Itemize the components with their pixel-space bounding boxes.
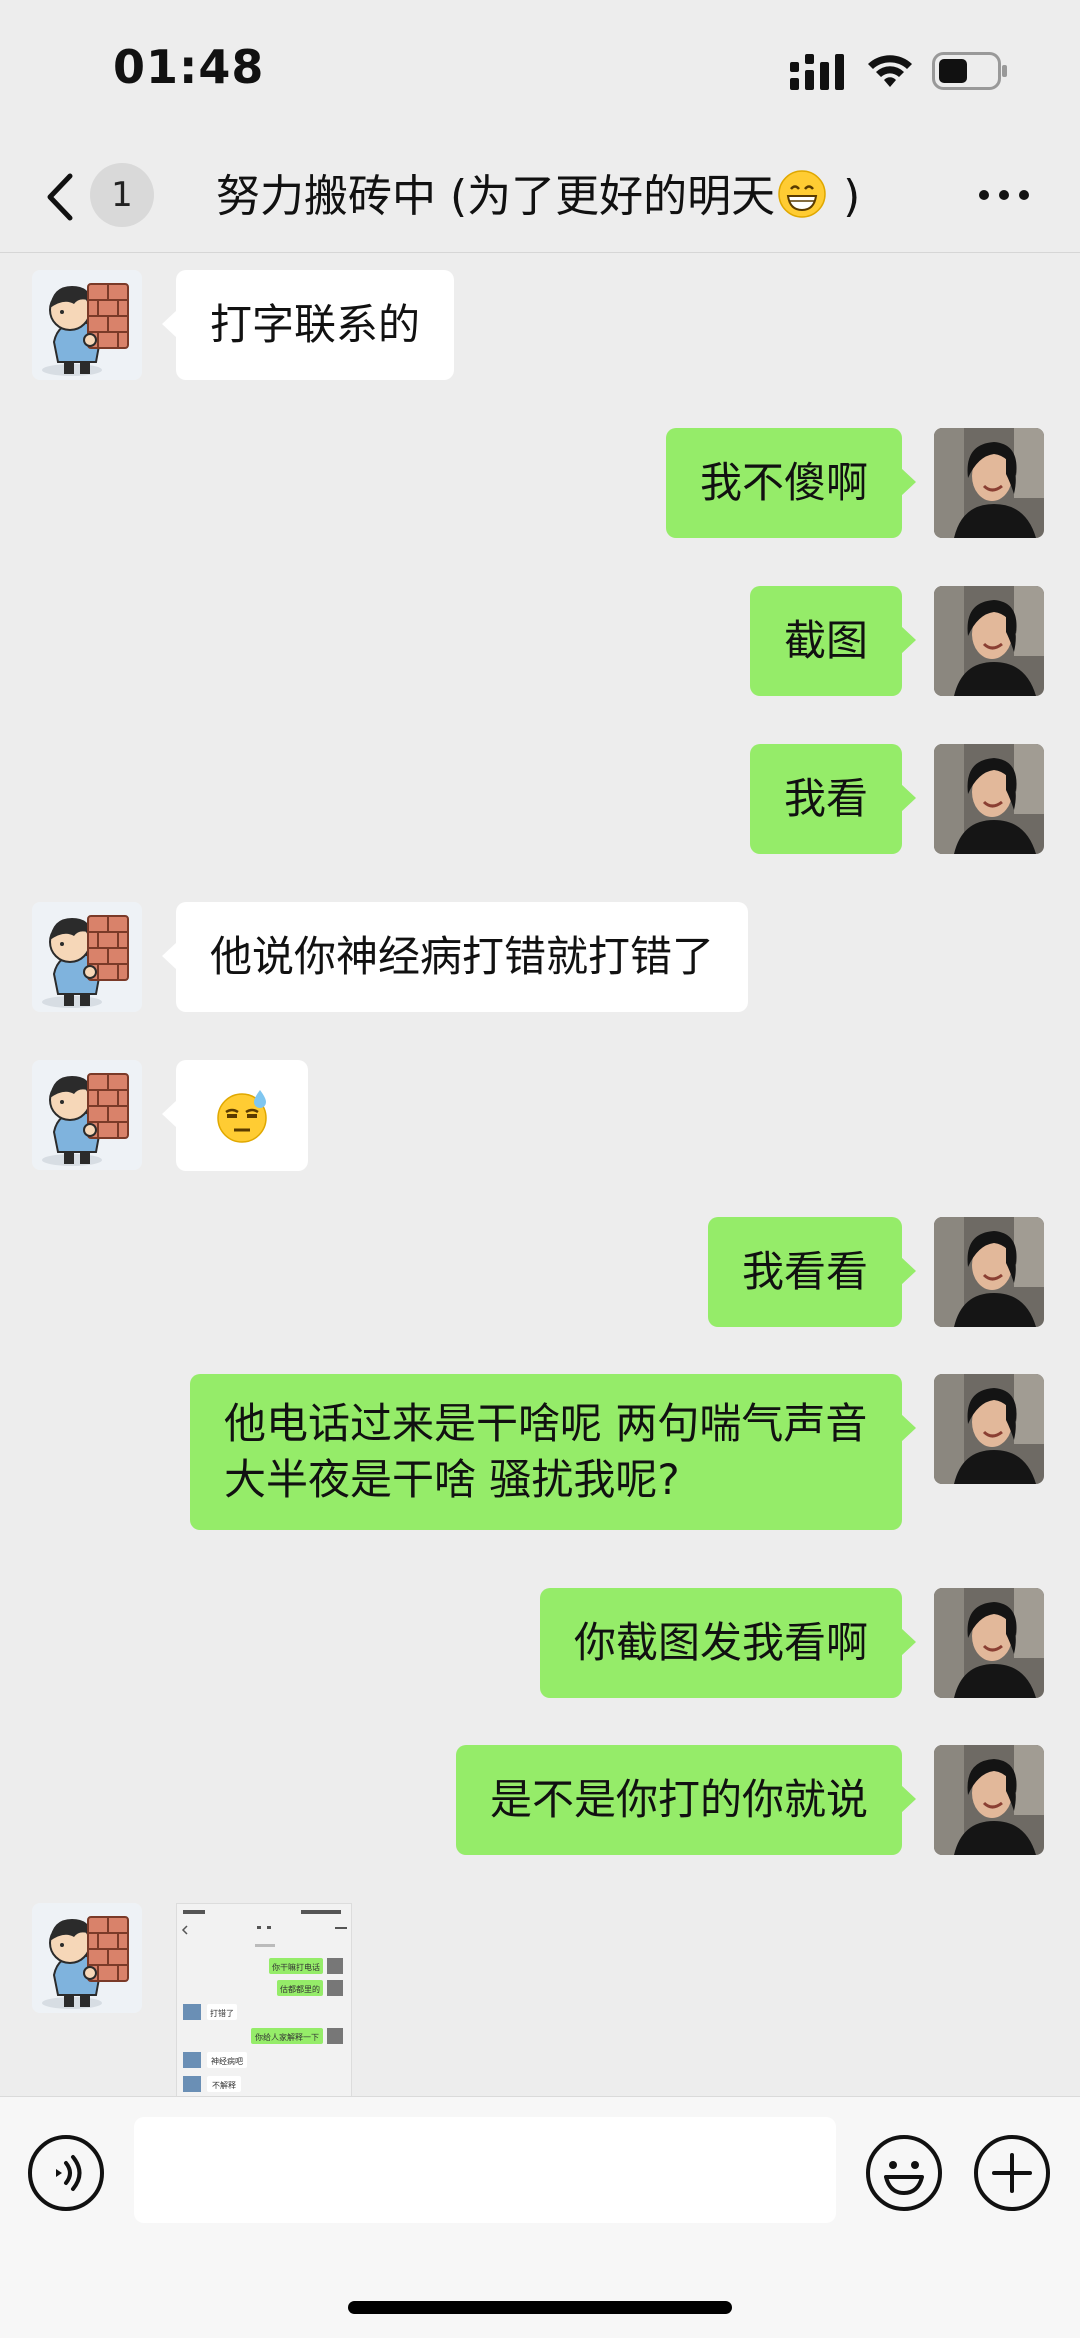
outgoing-message-bubble[interactable]: 截图	[749, 586, 917, 696]
voice-input-icon[interactable]	[26, 2133, 106, 2213]
unamused-sweat-face-icon	[212, 1086, 272, 1146]
unread-count-badge: 1	[90, 163, 154, 227]
contact-avatar[interactable]	[32, 270, 142, 380]
my-avatar[interactable]	[934, 1374, 1044, 1484]
my-avatar[interactable]	[934, 744, 1044, 854]
thumb-line: 打错了	[210, 2008, 234, 2018]
home-indicator	[348, 2301, 732, 2314]
my-avatar[interactable]	[934, 1217, 1044, 1327]
chat-screenshot-image[interactable]: 你干嘛打电话 估都都里的 打错了 你给人家解释一下 神经病吧 不解释	[176, 1903, 352, 2103]
chat-title: 努力搬砖中 (为了更好的明天 )	[216, 162, 876, 232]
contact-avatar[interactable]	[32, 1060, 142, 1170]
thumb-line: 你干嘛打电话	[272, 1962, 320, 1972]
wifi-icon	[868, 55, 912, 87]
chat-header: 1 努力搬砖中 (为了更好的明天 )	[0, 140, 1080, 253]
status-bar: 01:48	[0, 0, 1080, 140]
screenshot-preview-graphic: 你干嘛打电话 估都都里的 打错了 你给人家解释一下 神经病吧 不解释	[177, 1904, 351, 2103]
outgoing-message-bubble[interactable]: 我看看	[707, 1217, 917, 1327]
contact-avatar[interactable]	[32, 1903, 142, 2013]
my-avatar[interactable]	[934, 428, 1044, 538]
incoming-message-bubble[interactable]: 他说你神经病打错就打错了	[161, 902, 749, 1012]
outgoing-message-bubble[interactable]: 是不是你打的你就说	[455, 1745, 917, 1855]
outgoing-message-bubble[interactable]: 我看	[749, 744, 917, 854]
outgoing-message-bubble[interactable]: 他电话过来是干啥呢 两句喘气声音 大半夜是干啥 骚扰我呢?	[190, 1374, 916, 1530]
contact-avatar[interactable]	[32, 902, 142, 1012]
chat-title-text: 努力搬砖中 (为了更好的明天	[216, 171, 776, 222]
thumb-line: 神经病吧	[211, 2056, 243, 2066]
thumb-line: 不解释	[212, 2080, 236, 2090]
outgoing-message-bubble[interactable]: 你截图发我看啊	[539, 1588, 917, 1698]
more-options-icon[interactable]	[976, 170, 1032, 220]
status-time: 01:48	[113, 40, 265, 94]
my-avatar[interactable]	[934, 1588, 1044, 1698]
back-button[interactable]: 1	[38, 160, 188, 230]
battery-icon	[932, 52, 1007, 90]
message-input[interactable]	[134, 2117, 836, 2223]
cellular-signal-icon	[790, 54, 844, 90]
my-avatar[interactable]	[934, 1745, 1044, 1855]
incoming-emoji-bubble[interactable]	[162, 1060, 308, 1171]
emoji-picker-icon[interactable]	[864, 2133, 944, 2213]
outgoing-message-bubble[interactable]: 我不傻啊	[665, 428, 917, 538]
my-avatar[interactable]	[934, 586, 1044, 696]
incoming-message-bubble[interactable]: 打字联系的	[161, 270, 455, 380]
grinning-face-icon	[777, 169, 827, 219]
chat-title-closing: )	[829, 171, 861, 222]
add-attachment-icon[interactable]	[972, 2133, 1052, 2213]
thumb-line: 估都都里的	[280, 1984, 320, 1994]
thumb-line: 你给人家解释一下	[255, 2032, 319, 2042]
chevron-left-icon	[47, 173, 73, 221]
